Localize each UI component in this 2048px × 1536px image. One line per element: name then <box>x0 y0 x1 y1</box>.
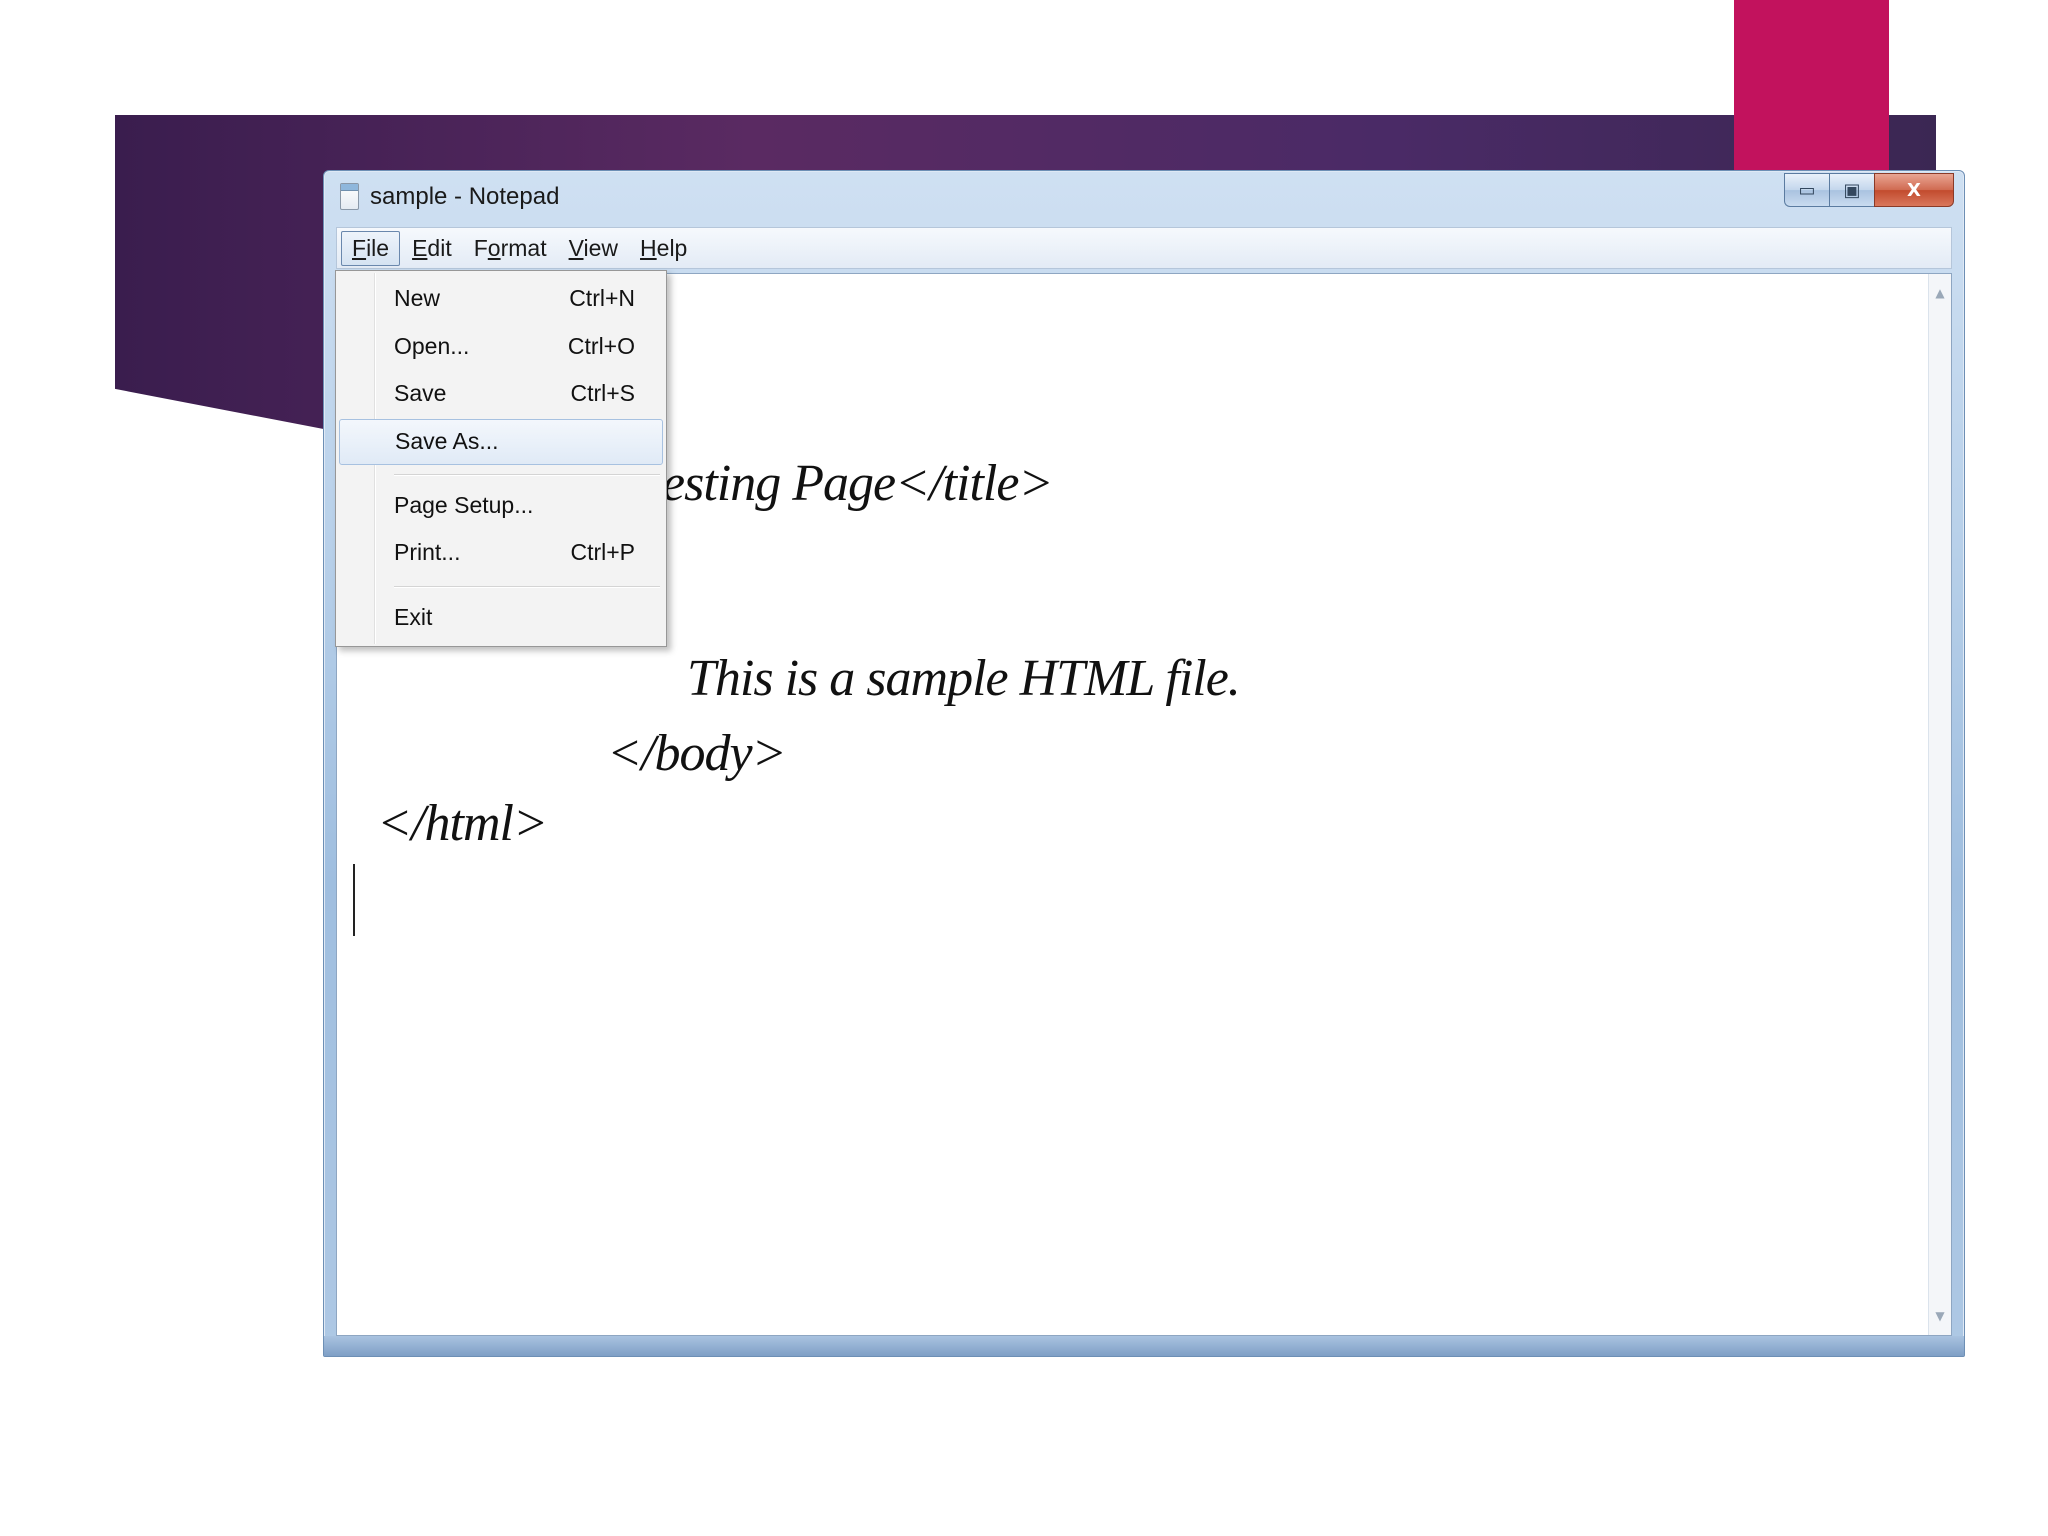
menu-item-save-as-label: Save As... <box>395 428 499 454</box>
menu-file[interactable]: File <box>341 230 401 266</box>
menu-item-save-shortcut: Ctrl+S <box>570 380 635 406</box>
menu-format-label: rmat <box>500 234 547 261</box>
code-line-body-close: </body> <box>607 725 787 782</box>
menu-file-label: ile <box>366 234 390 261</box>
close-button[interactable]: X <box>1874 173 1954 207</box>
menu-view-mnemonic: V <box>568 234 584 261</box>
file-menu-dropdown: New Ctrl+N Open... Ctrl+O Save Ctrl+S Sa… <box>335 270 667 647</box>
menu-item-new-label: New <box>394 285 441 311</box>
window-bottom-frame <box>324 1336 1964 1356</box>
menu-item-new-shortcut: Ctrl+N <box>569 285 635 311</box>
title-bar[interactable]: sample - Notepad ▭ ▣ X <box>324 171 1964 223</box>
menu-edit[interactable]: Edit <box>402 232 462 265</box>
menu-file-mnemonic: F <box>352 234 367 261</box>
menu-item-save-label: Save <box>394 380 447 406</box>
menu-format[interactable]: Format <box>464 232 557 265</box>
menu-help-mnemonic: H <box>640 234 657 261</box>
menu-item-exit-label: Exit <box>394 604 433 630</box>
menu-separator <box>394 586 660 588</box>
menu-help-label: elp <box>656 234 688 261</box>
code-line-body-text: This is a sample HTML file. <box>687 650 1241 707</box>
menu-item-print-shortcut: Ctrl+P <box>570 539 635 565</box>
menu-bar: File Edit Format View Help <box>336 227 1952 269</box>
window-controls: ▭ ▣ X <box>1784 173 1954 207</box>
menu-item-page-setup-label: Page Setup... <box>394 492 534 518</box>
window-title: sample - Notepad <box>370 183 560 210</box>
menu-item-print[interactable]: Print... Ctrl+P <box>339 531 663 575</box>
notepad-icon <box>340 183 359 210</box>
menu-edit-mnemonic: E <box>412 234 428 261</box>
minimize-button[interactable]: ▭ <box>1784 173 1829 207</box>
menu-separator <box>394 474 660 476</box>
menu-help[interactable]: Help <box>630 232 697 265</box>
scroll-up-arrow-icon[interactable]: ▲ <box>1929 286 1951 300</box>
scroll-down-arrow-icon[interactable]: ▼ <box>1929 1309 1951 1323</box>
text-caret <box>353 864 355 936</box>
menu-item-page-setup[interactable]: Page Setup... <box>339 484 663 528</box>
menu-item-new[interactable]: New Ctrl+N <box>339 277 663 321</box>
menu-item-open-label: Open... <box>394 333 470 359</box>
menu-view[interactable]: View <box>559 232 628 265</box>
menu-format-prefix: F <box>473 234 488 261</box>
menu-item-exit[interactable]: Exit <box>339 596 663 640</box>
menu-item-open[interactable]: Open... Ctrl+O <box>339 325 663 369</box>
menu-format-mnemonic: o <box>487 234 501 261</box>
slide-accent-block <box>1734 0 1889 175</box>
menu-edit-label: dit <box>427 234 452 261</box>
maximize-button[interactable]: ▣ <box>1829 173 1874 207</box>
code-line-html-close: </html> <box>377 795 548 852</box>
menu-item-save[interactable]: Save Ctrl+S <box>339 372 663 416</box>
menu-item-save-as[interactable]: Save As... <box>339 419 663 465</box>
menu-item-print-label: Print... <box>394 539 461 565</box>
menu-item-open-shortcut: Ctrl+O <box>567 333 635 359</box>
code-line-title: esting Page</title> <box>662 455 1054 512</box>
vertical-scrollbar[interactable]: ▲ ▼ <box>1928 274 1951 1335</box>
menu-view-label: iew <box>583 234 619 261</box>
